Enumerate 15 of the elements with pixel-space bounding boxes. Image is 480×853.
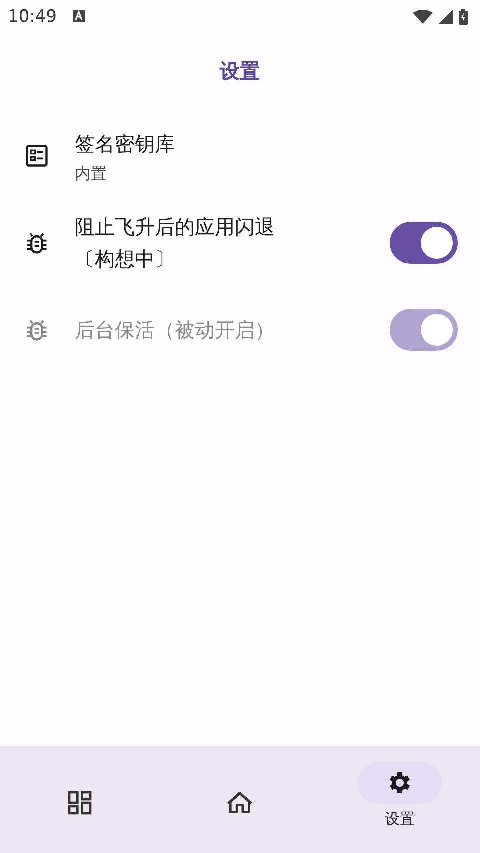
setting-title: 阻止飞升后的应用闪退〔构想中〕 (75, 214, 276, 273)
page-title: 设置 (218, 58, 261, 85)
signal-icon (439, 10, 453, 24)
notification-icon (73, 10, 85, 22)
nav-indicator[interactable] (358, 762, 442, 804)
battery-icon (459, 9, 468, 25)
nav-label[interactable]: 设置 (385, 810, 415, 829)
status-time: 10:49 (8, 7, 57, 27)
setting-value: 内置 (75, 164, 108, 184)
grid-icon[interactable] (66, 789, 94, 817)
setting-title: 后台保活（被动开启） (75, 317, 276, 344)
wifi-icon (413, 10, 433, 24)
toggle-switch[interactable] (390, 222, 458, 264)
list-icon (24, 143, 50, 169)
setting-title: 签名密钥库 (75, 130, 176, 158)
